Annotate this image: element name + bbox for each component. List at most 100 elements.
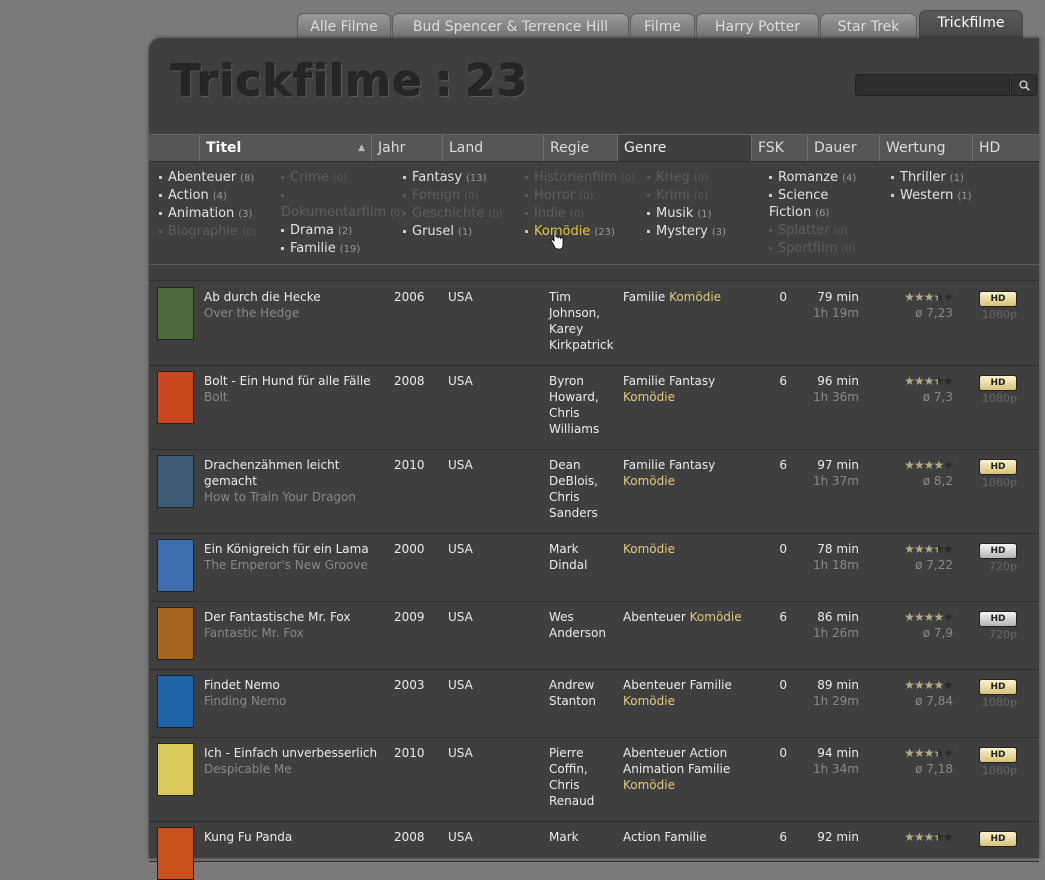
director-name-part: Howard, bbox=[549, 390, 599, 404]
genre-tag[interactable]: Action bbox=[623, 830, 661, 844]
movie-poster[interactable] bbox=[157, 743, 194, 796]
hd-badge[interactable]: HD bbox=[979, 679, 1017, 695]
table-row[interactable]: Bolt - Ein Hund für alle Fälle Bolt 2008 US… bbox=[149, 365, 1039, 450]
column-header-regie[interactable]: Regie bbox=[543, 135, 617, 161]
genre-tag[interactable]: Fantasy bbox=[669, 374, 715, 388]
movie-title[interactable]: Ich - Einfach unverbesserlich bbox=[204, 745, 379, 761]
genre-tag[interactable]: Familie bbox=[690, 678, 732, 692]
genre-filter-indie: Indie (0) bbox=[525, 205, 645, 223]
hd-badge[interactable]: HD bbox=[979, 291, 1017, 307]
table-row[interactable]: Ab durch die Hecke Over the Hedge 2006 USA T… bbox=[149, 281, 1039, 366]
movie-title[interactable]: Drachenzähmen leicht gemacht bbox=[204, 457, 379, 489]
movie-poster[interactable] bbox=[157, 675, 194, 728]
table-row[interactable]: Findet Nemo Finding Nemo 2003 USA Andrew Stan… bbox=[149, 669, 1039, 738]
genre-filter-western[interactable]: Western (1) bbox=[891, 187, 991, 205]
table-row[interactable]: Ein Königreich für ein Lama The Emperor's… bbox=[149, 533, 1039, 602]
genre-label: Romanze bbox=[778, 170, 839, 185]
genre-filter-drama[interactable]: Drama (2) bbox=[281, 222, 401, 240]
star-half-icon: ★ bbox=[933, 542, 944, 556]
movie-rating-cell: ★★★★★ ø 7,22 bbox=[891, 541, 954, 573]
hd-badge[interactable]: HD bbox=[979, 747, 1017, 763]
column-header-genre[interactable]: Genre bbox=[617, 135, 751, 161]
genre-tag[interactable]: Komödie bbox=[623, 694, 675, 708]
movie-poster[interactable] bbox=[157, 371, 194, 424]
genre-count: (0) bbox=[464, 191, 479, 202]
director-name-part: Sanders bbox=[549, 506, 598, 520]
movie-title[interactable]: Bolt - Ein Hund für alle Fälle bbox=[204, 373, 379, 389]
table-row[interactable]: Ich - Einfach unverbesserlich Despicable … bbox=[149, 737, 1039, 822]
genre-filter-kom-die[interactable]: Komödie (23) bbox=[525, 223, 645, 241]
tab-filme[interactable]: Filme bbox=[630, 13, 695, 39]
genre-tag[interactable]: Familie bbox=[688, 762, 730, 776]
hd-badge[interactable]: HD bbox=[979, 543, 1017, 559]
genre-tag[interactable]: Komödie bbox=[623, 474, 675, 488]
genre-filter-animation[interactable]: Animation (3) bbox=[159, 205, 274, 223]
hd-badge[interactable]: HD bbox=[979, 375, 1017, 391]
column-header-dauer[interactable]: Dauer bbox=[807, 135, 879, 161]
genre-tag[interactable]: Komödie bbox=[623, 542, 675, 556]
hd-badge[interactable]: HD bbox=[979, 611, 1017, 627]
genre-filter-familie[interactable]: Familie (19) bbox=[281, 240, 401, 258]
genre-tag[interactable]: Action bbox=[690, 746, 728, 760]
movie-title[interactable]: Der Fantastische Mr. Fox bbox=[204, 609, 379, 625]
column-header-titel[interactable]: Titel ▲ bbox=[199, 135, 371, 161]
movie-count: 23 bbox=[465, 56, 530, 107]
column-header-label: Genre bbox=[624, 140, 667, 156]
genre-filter-mystery[interactable]: Mystery (3) bbox=[647, 223, 767, 241]
genre-tag[interactable]: Abenteuer bbox=[623, 610, 686, 624]
genre-filter-thriller[interactable]: Thriller (1) bbox=[891, 169, 991, 187]
genre-tag[interactable]: Familie bbox=[664, 830, 706, 844]
genre-filter-romanze[interactable]: Romanze (4) bbox=[769, 169, 884, 187]
column-header-jahr[interactable]: Jahr bbox=[371, 135, 442, 161]
table-row[interactable]: Kung Fu Panda 2008 USA Mark Action Familie 6 9… bbox=[149, 821, 1039, 880]
column-header-fsk[interactable]: FSK bbox=[751, 135, 807, 161]
genre-tag[interactable]: Familie bbox=[623, 458, 665, 472]
tab-bud-spencer-terrence-hill[interactable]: Bud Spencer & Terrence Hill bbox=[392, 13, 629, 39]
genre-count: (3) bbox=[711, 227, 726, 238]
table-row[interactable]: Drachenzähmen leicht gemacht How to Train… bbox=[149, 449, 1039, 534]
genre-tag[interactable]: Fantasy bbox=[669, 458, 715, 472]
tab-alle-filme[interactable]: Alle Filme bbox=[297, 13, 391, 39]
director-name-part: Tim bbox=[549, 290, 571, 304]
hd-badge[interactable]: HD bbox=[979, 459, 1017, 475]
column-header-wertung[interactable]: Wertung bbox=[879, 135, 972, 161]
tab-star-trek[interactable]: Star Trek bbox=[820, 13, 917, 39]
genre-tag[interactable]: Animation bbox=[623, 762, 684, 776]
genre-filter-action[interactable]: Action (4) bbox=[159, 187, 274, 205]
genre-filter-science-fiction[interactable]: Science Fiction (6) bbox=[769, 187, 884, 222]
hd-badge[interactable]: HD bbox=[979, 831, 1017, 847]
movie-poster[interactable] bbox=[157, 607, 194, 660]
genre-filter-abenteuer[interactable]: Abenteuer (8) bbox=[159, 169, 274, 187]
genre-filter-grusel[interactable]: Grusel (1) bbox=[403, 223, 523, 241]
star-full-icon: ★ bbox=[933, 610, 944, 624]
genre-tag[interactable]: Komödie bbox=[623, 778, 675, 792]
movie-poster[interactable] bbox=[157, 539, 194, 592]
movie-title[interactable]: Kung Fu Panda bbox=[204, 829, 379, 845]
search-input[interactable] bbox=[855, 74, 1010, 96]
column-header-hd[interactable]: HD bbox=[972, 135, 1030, 161]
star-full-icon: ★ bbox=[913, 290, 925, 304]
genre-label: Dokumentarfilm bbox=[281, 205, 387, 220]
movie-poster[interactable] bbox=[157, 827, 194, 880]
tab-trickfilme[interactable]: Trickfilme bbox=[919, 10, 1023, 39]
column-header-land[interactable]: Land bbox=[442, 135, 543, 161]
genre-tag[interactable]: Familie bbox=[623, 374, 665, 388]
genre-label: Indie bbox=[534, 206, 566, 221]
movie-poster[interactable] bbox=[157, 287, 194, 340]
genre-tag[interactable]: Komödie bbox=[690, 610, 742, 624]
movie-fsk: 0 bbox=[779, 290, 787, 304]
genre-tag[interactable]: Familie bbox=[623, 290, 665, 304]
genre-tag[interactable]: Abenteuer bbox=[623, 678, 686, 692]
movie-title[interactable]: Ab durch die Hecke bbox=[204, 289, 379, 305]
movie-title[interactable]: Findet Nemo bbox=[204, 677, 379, 693]
search-button[interactable] bbox=[1011, 74, 1037, 96]
movie-title[interactable]: Ein Königreich für ein Lama bbox=[204, 541, 379, 557]
genre-filter-fantasy[interactable]: Fantasy (13) bbox=[403, 169, 523, 187]
genre-filter-musik[interactable]: Musik (1) bbox=[647, 205, 767, 223]
table-row[interactable]: Der Fantastische Mr. Fox Fantastic Mr. Fo… bbox=[149, 601, 1039, 670]
genre-tag[interactable]: Abenteuer bbox=[623, 746, 686, 760]
genre-tag[interactable]: Komödie bbox=[669, 290, 721, 304]
genre-tag[interactable]: Komödie bbox=[623, 390, 675, 404]
movie-poster[interactable] bbox=[157, 455, 194, 508]
tab-harry-potter[interactable]: Harry Potter bbox=[696, 13, 819, 39]
